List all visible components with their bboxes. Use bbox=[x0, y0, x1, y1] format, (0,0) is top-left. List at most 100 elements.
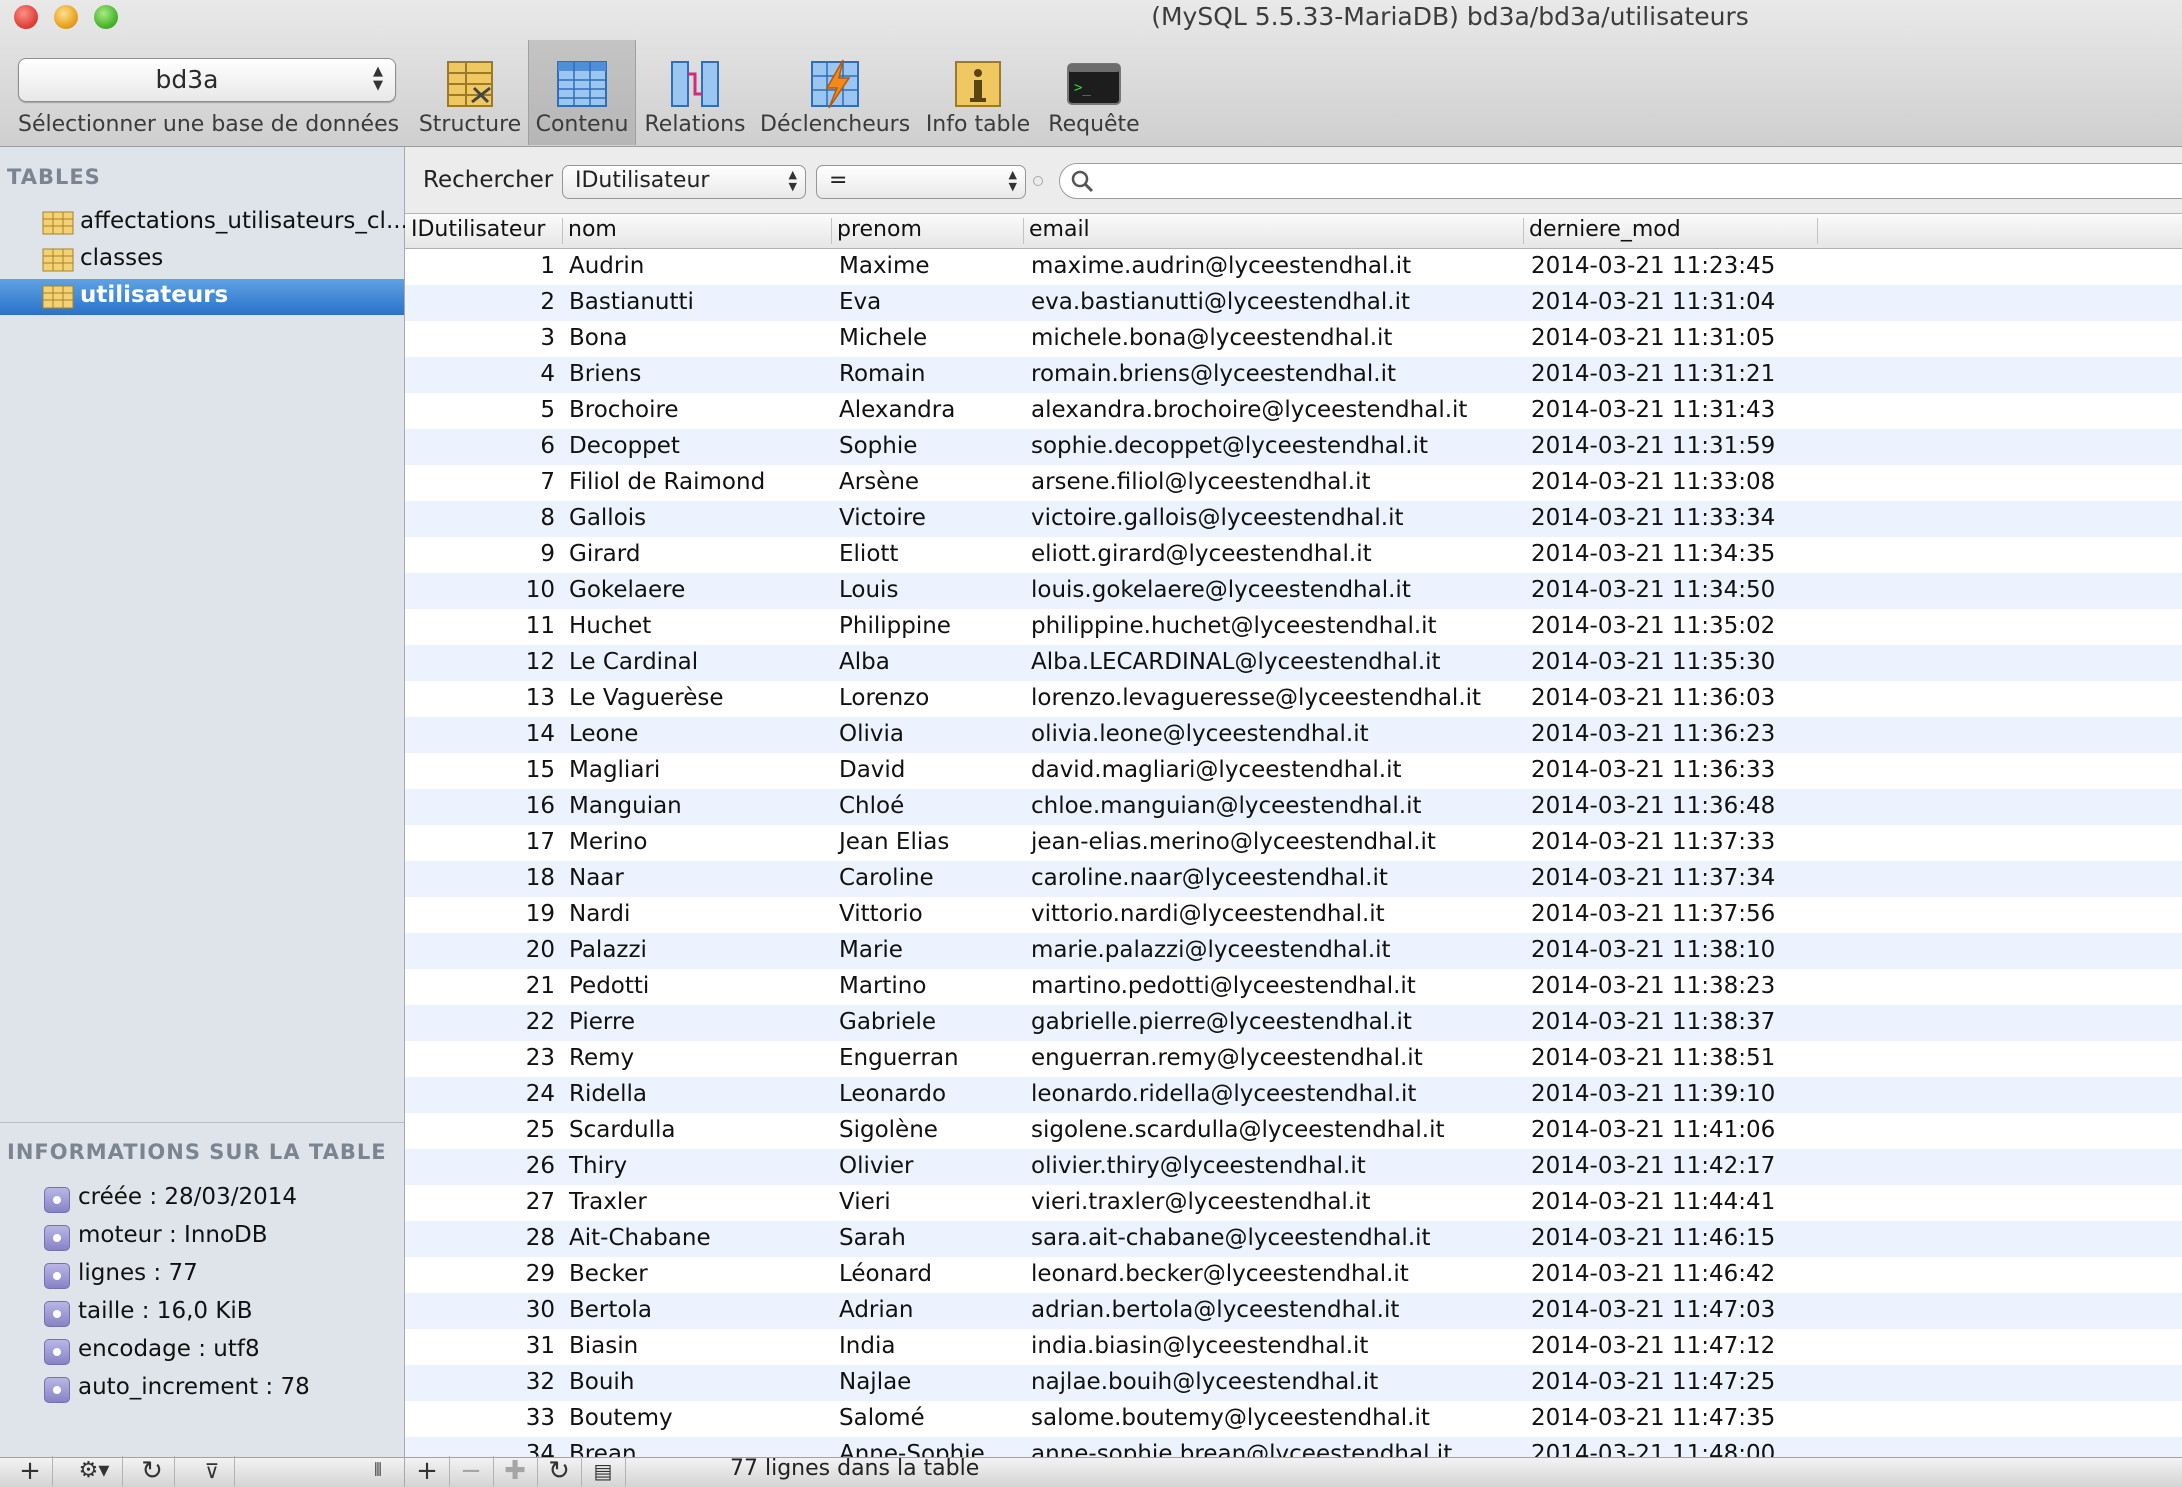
refresh-tables-button[interactable]: ↻ bbox=[130, 1456, 175, 1486]
cell-prenom[interactable]: Romain bbox=[839, 361, 926, 387]
cell-nom[interactable]: Nardi bbox=[569, 901, 630, 927]
column-header-prenom[interactable]: prenom bbox=[837, 217, 922, 242]
column-header-derniere-mod[interactable]: derniere_mod bbox=[1529, 217, 1681, 242]
cell-prenom[interactable]: Eva bbox=[839, 289, 881, 315]
cell-prenom[interactable]: Najlae bbox=[839, 1369, 911, 1395]
cell-idutilisateur[interactable]: 10 bbox=[405, 577, 555, 603]
cell-derniere-mod[interactable]: 2014-03-21 11:47:35 bbox=[1531, 1405, 1775, 1431]
cell-idutilisateur[interactable]: 11 bbox=[405, 613, 555, 639]
cell-prenom[interactable]: Vittorio bbox=[839, 901, 923, 927]
table-row[interactable]: 20 Palazzi Marie marie.palazzi@lyceestendha… bbox=[405, 933, 2182, 969]
cell-email[interactable]: romain.briens@lyceestendhal.it bbox=[1031, 361, 1396, 387]
column-header-email[interactable]: email bbox=[1029, 217, 1090, 242]
cell-nom[interactable]: Leone bbox=[569, 721, 638, 747]
column-header-idutilisateur[interactable]: IDutilisateur bbox=[411, 217, 545, 242]
table-row[interactable]: 6 Decoppet Sophie sophie.decoppet@lyceesten… bbox=[405, 429, 2182, 465]
cell-nom[interactable]: Gallois bbox=[569, 505, 646, 531]
cell-nom[interactable]: Becker bbox=[569, 1261, 648, 1287]
table-row[interactable]: 30 Bertola Adrian adrian.bertola@lyceestend… bbox=[405, 1293, 2182, 1329]
cell-idutilisateur[interactable]: 32 bbox=[405, 1369, 555, 1395]
cell-derniere-mod[interactable]: 2014-03-21 11:47:12 bbox=[1531, 1333, 1775, 1359]
cell-derniere-mod[interactable]: 2014-03-21 11:36:33 bbox=[1531, 757, 1775, 783]
cell-derniere-mod[interactable]: 2014-03-21 11:34:35 bbox=[1531, 541, 1775, 567]
cell-derniere-mod[interactable]: 2014-03-21 11:36:03 bbox=[1531, 685, 1775, 711]
cell-idutilisateur[interactable]: 16 bbox=[405, 793, 555, 819]
table-row[interactable]: 5 Brochoire Alexandra alexandra.brochoire@l… bbox=[405, 393, 2182, 429]
table-row[interactable]: 31 Biasin India india.biasin@lyceestendhal.… bbox=[405, 1329, 2182, 1365]
table-row[interactable]: 2 Bastianutti Eva eva.bastianutti@lyceesten… bbox=[405, 285, 2182, 321]
cell-nom[interactable]: Girard bbox=[569, 541, 640, 567]
cell-derniere-mod[interactable]: 2014-03-21 11:33:34 bbox=[1531, 505, 1775, 531]
cell-email[interactable]: olivier.thiry@lyceestendhal.it bbox=[1031, 1153, 1366, 1179]
cell-prenom[interactable]: Leonardo bbox=[839, 1081, 946, 1107]
cell-idutilisateur[interactable]: 26 bbox=[405, 1153, 555, 1179]
cell-prenom[interactable]: Philippine bbox=[839, 613, 951, 639]
cell-prenom[interactable]: Léonard bbox=[839, 1261, 932, 1287]
cell-idutilisateur[interactable]: 13 bbox=[405, 685, 555, 711]
cell-nom[interactable]: Manguian bbox=[569, 793, 682, 819]
cell-prenom[interactable]: Marie bbox=[839, 937, 903, 963]
cell-email[interactable]: victoire.gallois@lyceestendhal.it bbox=[1031, 505, 1404, 531]
cell-derniere-mod[interactable]: 2014-03-21 11:36:48 bbox=[1531, 793, 1775, 819]
cell-derniere-mod[interactable]: 2014-03-21 11:23:45 bbox=[1531, 253, 1775, 279]
cell-email[interactable]: eva.bastianutti@lyceestendhal.it bbox=[1031, 289, 1410, 315]
cell-idutilisateur[interactable]: 19 bbox=[405, 901, 555, 927]
cell-nom[interactable]: Briens bbox=[569, 361, 641, 387]
cell-prenom[interactable]: Sigolène bbox=[839, 1117, 938, 1143]
cell-nom[interactable]: Bona bbox=[569, 325, 628, 351]
cell-derniere-mod[interactable]: 2014-03-21 11:37:34 bbox=[1531, 865, 1775, 891]
cell-derniere-mod[interactable]: 2014-03-21 11:36:23 bbox=[1531, 721, 1775, 747]
cell-idutilisateur[interactable]: 9 bbox=[405, 541, 555, 567]
cell-email[interactable]: anne-sophie.brean@lyceestendhal.it bbox=[1031, 1441, 1452, 1458]
table-row[interactable]: 12 Le Cardinal Alba Alba.LECARDINAL@lyceest… bbox=[405, 645, 2182, 681]
table-row[interactable]: 7 Filiol de Raimond Arsène arsene.filiol@ly… bbox=[405, 465, 2182, 501]
cell-prenom[interactable]: Alexandra bbox=[839, 397, 955, 423]
table-row[interactable]: 10 Gokelaere Louis louis.gokelaere@lyceeste… bbox=[405, 573, 2182, 609]
cell-email[interactable]: gabrielle.pierre@lyceestendhal.it bbox=[1031, 1009, 1412, 1035]
cell-derniere-mod[interactable]: 2014-03-21 11:38:51 bbox=[1531, 1045, 1775, 1071]
cell-derniere-mod[interactable]: 2014-03-21 11:34:50 bbox=[1531, 577, 1775, 603]
table-row[interactable]: 17 Merino Jean Elias jean-elias.merino@lyce… bbox=[405, 825, 2182, 861]
cell-nom[interactable]: Pedotti bbox=[569, 973, 649, 999]
toolbar-query-button[interactable]: >_ Requête bbox=[1046, 48, 1142, 144]
cell-nom[interactable]: Audrin bbox=[569, 253, 644, 279]
cell-nom[interactable]: Scardulla bbox=[569, 1117, 675, 1143]
cell-prenom[interactable]: India bbox=[839, 1333, 895, 1359]
cell-nom[interactable]: Filiol de Raimond bbox=[569, 469, 765, 495]
table-row[interactable]: 28 Ait-Chabane Sarah sara.ait-chabane@lycee… bbox=[405, 1221, 2182, 1257]
table-row[interactable]: 29 Becker Léonard leonard.becker@lyceestend… bbox=[405, 1257, 2182, 1293]
column-header-nom[interactable]: nom bbox=[568, 217, 617, 242]
table-row[interactable]: 4 Briens Romain romain.briens@lyceestendhal… bbox=[405, 357, 2182, 393]
cell-prenom[interactable]: Jean Elias bbox=[839, 829, 949, 855]
cell-idutilisateur[interactable]: 8 bbox=[405, 505, 555, 531]
table-row[interactable]: 18 Naar Caroline caroline.naar@lyceestendha… bbox=[405, 861, 2182, 897]
cell-derniere-mod[interactable]: 2014-03-21 11:47:25 bbox=[1531, 1369, 1775, 1395]
cell-prenom[interactable]: Michele bbox=[839, 325, 927, 351]
cell-nom[interactable]: Biasin bbox=[569, 1333, 638, 1359]
cell-nom[interactable]: Boutemy bbox=[569, 1405, 673, 1431]
table-row[interactable]: 11 Huchet Philippine philippine.huchet@lyce… bbox=[405, 609, 2182, 645]
cell-idutilisateur[interactable]: 22 bbox=[405, 1009, 555, 1035]
cell-derniere-mod[interactable]: 2014-03-21 11:31:05 bbox=[1531, 325, 1775, 351]
add-table-button[interactable]: + bbox=[8, 1456, 53, 1486]
cell-idutilisateur[interactable]: 20 bbox=[405, 937, 555, 963]
cell-nom[interactable]: Merino bbox=[569, 829, 648, 855]
cell-idutilisateur[interactable]: 24 bbox=[405, 1081, 555, 1107]
table-row[interactable]: 26 Thiry Olivier olivier.thiry@lyceestendha… bbox=[405, 1149, 2182, 1185]
cell-derniere-mod[interactable]: 2014-03-21 11:31:43 bbox=[1531, 397, 1775, 423]
cell-email[interactable]: marie.palazzi@lyceestendhal.it bbox=[1031, 937, 1391, 963]
refresh-content-button[interactable]: ↻ bbox=[537, 1456, 582, 1486]
cell-email[interactable]: maxime.audrin@lyceestendhal.it bbox=[1031, 253, 1411, 279]
table-row[interactable]: 13 Le Vaguerèse Lorenzo lorenzo.levagueress… bbox=[405, 681, 2182, 717]
cell-email[interactable]: lorenzo.levagueresse@lyceestendhal.it bbox=[1031, 685, 1481, 711]
cell-email[interactable]: louis.gokelaere@lyceestendhal.it bbox=[1031, 577, 1411, 603]
cell-derniere-mod[interactable]: 2014-03-21 11:39:10 bbox=[1531, 1081, 1775, 1107]
cell-email[interactable]: sigolene.scardulla@lyceestendhal.it bbox=[1031, 1117, 1445, 1143]
cell-idutilisateur[interactable]: 28 bbox=[405, 1225, 555, 1251]
cell-derniere-mod[interactable]: 2014-03-21 11:42:17 bbox=[1531, 1153, 1775, 1179]
cell-idutilisateur[interactable]: 15 bbox=[405, 757, 555, 783]
cell-derniere-mod[interactable]: 2014-03-21 11:47:03 bbox=[1531, 1297, 1775, 1323]
column-separator[interactable] bbox=[1023, 218, 1024, 244]
column-separator[interactable] bbox=[1817, 218, 1818, 244]
cell-derniere-mod[interactable]: 2014-03-21 11:44:41 bbox=[1531, 1189, 1775, 1215]
